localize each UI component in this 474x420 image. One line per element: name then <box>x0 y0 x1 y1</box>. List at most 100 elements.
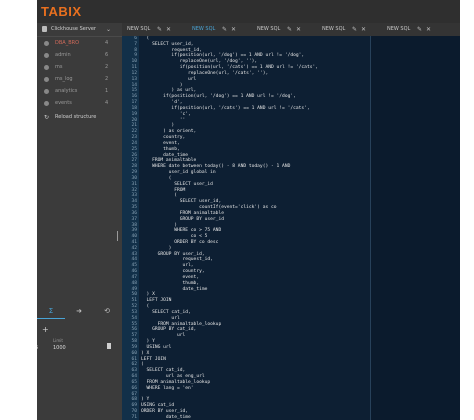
tab-label: NEW SQL <box>192 26 216 32</box>
code-text: ) <box>141 222 177 228</box>
close-icon[interactable]: ✕ <box>426 23 431 36</box>
code-text: WHERE lang = 'en' <box>141 385 194 391</box>
server-icon <box>42 26 47 32</box>
sidebar: Clickhouse Server ⌄ DBA_BRO 4 admin 6 ms 2 ms_… <box>37 23 123 420</box>
history-icon[interactable]: ⟲ <box>93 305 121 318</box>
code-text: LEFT JOIN <box>141 298 172 304</box>
sidebar-bottom-tabs: Σ ➜ ⟲ <box>37 305 122 319</box>
code-text: GROUP BY user_id, <box>141 251 205 257</box>
code-line: 71 date_time <box>122 415 370 420</box>
code-text: GROUP BY user_id <box>141 216 224 222</box>
code-text: '' <box>141 117 186 123</box>
code-text: SELECT user_id, <box>141 199 222 205</box>
edit-icon[interactable]: ✎ <box>287 23 292 36</box>
code-text: date_time <box>141 152 189 158</box>
code-text: request_id, <box>141 47 202 53</box>
database-item[interactable]: events 4 <box>37 97 122 110</box>
tab-new-sql[interactable]: NEW SQL ✎ ✕ <box>192 23 252 36</box>
close-icon[interactable]: ✕ <box>231 23 236 36</box>
code-text: SELECT user_id <box>141 181 213 187</box>
code-text: url as eng_url <box>141 374 205 380</box>
code-text: WHERE date between today() - 8 AND today… <box>141 164 291 170</box>
code-text: date_time <box>141 286 208 292</box>
code-text: if(position(url, '/cats') == 1 AND url !… <box>141 105 310 111</box>
server-name: Clickhouse Server <box>51 26 96 32</box>
code-text: ( <box>141 193 177 199</box>
code-area[interactable]: 6 (7 SELECT user_id, 8 request_id, 9 if(po… <box>122 36 370 420</box>
close-icon[interactable]: ✕ <box>361 23 366 36</box>
tab-label: NEW SQL <box>127 26 151 32</box>
limit-input[interactable]: 1000 <box>53 345 66 351</box>
code-text: ( <box>141 36 150 41</box>
database-name: events <box>55 100 72 106</box>
sigma-icon[interactable]: Σ <box>37 305 65 319</box>
code-text: FROM animaltable <box>141 158 197 164</box>
code-text: FROM animaltable <box>141 210 224 216</box>
code-text: replaceOne(url, '/cats', ''), <box>141 70 269 76</box>
chevron-down-icon[interactable]: ⌄ <box>106 23 111 36</box>
database-icon <box>44 101 49 106</box>
database-icon <box>44 89 49 94</box>
code-text: LEFT JOIN <box>141 356 166 362</box>
limit-left-value: 85 <box>37 345 38 351</box>
trash-icon[interactable] <box>107 343 111 349</box>
brand-bar: TABIX <box>37 0 460 23</box>
code-text: GROUP BY cat_id, <box>141 327 197 333</box>
reload-icon: ↻ <box>44 114 50 121</box>
close-icon[interactable]: ✕ <box>296 23 301 36</box>
code-text: replaceOne(url, '/dog', ''), <box>141 59 258 65</box>
code-text: if(position(url, '/dog') == 1 AND url !=… <box>141 53 305 59</box>
edit-icon[interactable]: ✎ <box>417 23 422 36</box>
code-text: USING url <box>141 344 172 350</box>
code-text: SELECT cat_id, <box>141 309 191 315</box>
code-text: SELECT user_id, <box>141 41 194 47</box>
code-text: ) X <box>141 350 150 356</box>
code-text: ) <box>141 82 183 88</box>
edit-icon[interactable]: ✎ <box>157 23 162 36</box>
code-text: ) as url, <box>141 88 197 94</box>
arrow-right-icon[interactable]: ➜ <box>65 305 93 318</box>
code-text: country, <box>141 135 186 141</box>
database-icon <box>44 53 49 58</box>
code-text: country, <box>141 269 205 275</box>
code-text: date_time <box>141 414 191 420</box>
tab-new-sql[interactable]: NEW SQL ✎ ✕ <box>322 23 382 36</box>
code-text: SELECT cat_id, <box>141 368 186 374</box>
code-text: FROM animaltable_lookup <box>141 379 211 385</box>
table-count: 4 <box>105 100 109 106</box>
database-icon <box>44 41 49 46</box>
reload-label: Reload structure <box>55 114 97 120</box>
edit-icon[interactable]: ✎ <box>222 23 227 36</box>
code-text: event, <box>141 274 200 280</box>
database-icon <box>44 77 49 82</box>
tab-new-sql[interactable]: NEW SQL ✎ ✕ <box>257 23 317 36</box>
add-icon[interactable]: + <box>42 325 49 334</box>
reload-structure-button[interactable]: ↻ Reload structure <box>37 111 122 124</box>
sql-editor[interactable]: 6 (7 SELECT user_id, 8 request_id, 9 if(po… <box>122 36 370 420</box>
code-text: co < 5 <box>141 234 208 240</box>
code-text: 'c', <box>141 111 191 117</box>
code-text: 'd', <box>141 100 183 106</box>
code-text: FROM <box>141 187 186 193</box>
code-text: url <box>141 333 186 339</box>
code-text: ( <box>141 304 150 310</box>
close-icon[interactable]: ✕ <box>166 23 171 36</box>
code-text: thumb, <box>141 280 200 286</box>
edit-icon[interactable]: ✎ <box>352 23 357 36</box>
code-text: ) Y <box>141 339 155 345</box>
tab-new-sql[interactable]: NEW SQL ✎ ✕ <box>127 23 187 36</box>
server-header[interactable]: Clickhouse Server ⌄ <box>37 23 122 37</box>
code-text: ( <box>141 362 144 368</box>
code-text: ) <box>141 245 172 251</box>
code-text: ( <box>141 175 172 181</box>
sql-tab-bar: NEW SQL ✎ ✕ NEW SQL ✎ ✕ NEW SQL ✎ ✕ NEW SQL ✎ ✕ NEW … <box>122 23 460 36</box>
code-text: ORDER BY co desc <box>141 239 219 245</box>
code-text: if(position(url, '/cats') == 1 AND url !… <box>141 65 319 71</box>
tab-new-sql[interactable]: NEW SQL ✎ ✕ <box>387 23 447 36</box>
code-text: USING cat_id <box>141 403 175 409</box>
code-text: FROM animaltable_lookup <box>141 321 222 327</box>
tab-label: NEW SQL <box>387 26 411 32</box>
tab-label: NEW SQL <box>257 26 281 32</box>
database-icon <box>44 65 49 70</box>
tabix-logo[interactable]: TABIX <box>41 4 82 19</box>
